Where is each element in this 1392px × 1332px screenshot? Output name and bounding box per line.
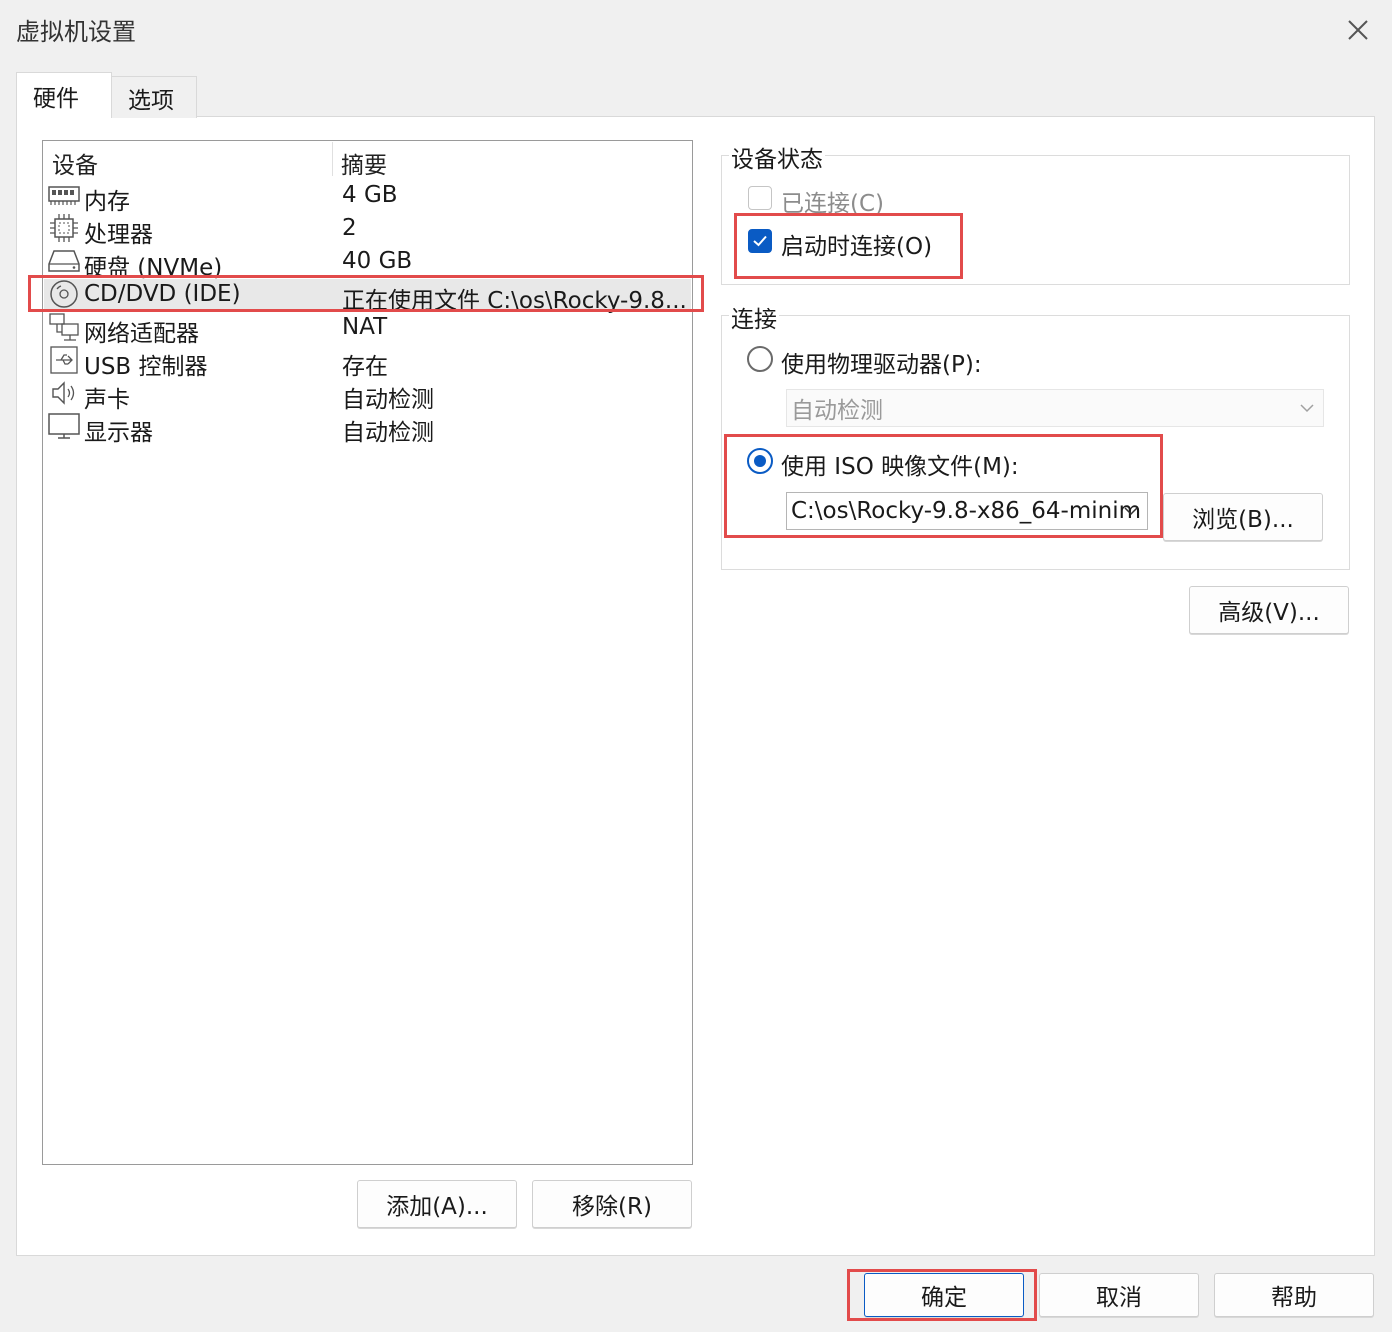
check-icon [753, 235, 767, 247]
remove-hardware-button[interactable]: 移除(R) [532, 1180, 692, 1228]
device-summary: NAT [342, 314, 388, 340]
connect-at-power-on-checkbox[interactable] [748, 229, 772, 253]
column-header-device[interactable]: 设备 [52, 146, 98, 180]
device-summary: 自动检测 [342, 420, 434, 446]
column-separator [332, 142, 333, 176]
advanced-button[interactable]: 高级(V)... [1189, 586, 1349, 634]
chevron-down-icon [1124, 507, 1138, 516]
connected-checkbox[interactable] [748, 186, 772, 210]
add-hardware-button[interactable]: 添加(A)... [357, 1180, 517, 1228]
physical-drive-label: 使用物理驱动器(P): [781, 352, 982, 378]
browse-button[interactable]: 浏览(B)... [1163, 493, 1323, 541]
column-header-summary[interactable]: 摘要 [341, 146, 387, 180]
iso-path-combo[interactable]: C:\os\Rocky-9.8-x86_64-minim [786, 492, 1148, 530]
close-button[interactable] [1336, 8, 1380, 52]
device-name: 处理器 [84, 222, 153, 248]
device-name: USB 控制器 [84, 354, 208, 380]
connection-title: 连接 [729, 300, 779, 334]
device-name: 显示器 [84, 420, 153, 446]
connect-at-power-on-label: 启动时连接(O) [781, 234, 933, 260]
hard-disk-icon [48, 246, 80, 276]
physical-drive-value: 自动检测 [791, 398, 883, 424]
physical-drive-select[interactable]: 自动检测 [786, 389, 1324, 427]
tab-options[interactable]: 选项 [111, 76, 197, 118]
device-status-group [721, 155, 1350, 285]
close-icon [1348, 20, 1368, 40]
iso-image-label: 使用 ISO 映像文件(M): [781, 454, 1019, 480]
device-status-title: 设备状态 [729, 140, 825, 174]
chevron-down-icon [1300, 404, 1314, 413]
memory-icon [48, 180, 80, 210]
processor-icon [48, 213, 80, 243]
ok-button[interactable]: 确定 [864, 1273, 1024, 1317]
iso-path-value: C:\os\Rocky-9.8-x86_64-minim [791, 498, 1142, 524]
device-summary: 40 GB [342, 248, 413, 274]
device-name: CD/DVD (IDE) [84, 281, 241, 307]
connected-label: 已连接(C) [781, 191, 885, 217]
speaker-icon [48, 378, 80, 408]
device-summary: 自动检测 [342, 387, 434, 413]
device-summary: 正在使用文件 C:\os\Rocky-9.8... [342, 288, 687, 314]
device-name: 声卡 [84, 387, 130, 413]
tab-hardware[interactable]: 硬件 [16, 72, 112, 118]
iso-image-radio[interactable] [747, 448, 773, 474]
device-summary: 存在 [342, 354, 388, 380]
cd-dvd-icon [48, 279, 80, 309]
title-bar [0, 0, 1392, 60]
device-summary: 2 [342, 215, 357, 241]
help-button[interactable]: 帮助 [1214, 1273, 1374, 1317]
window-title: 虚拟机设置 [16, 18, 136, 46]
device-name: 硬盘 (NVMe) [84, 255, 223, 281]
device-summary: 4 GB [342, 182, 398, 208]
physical-drive-radio[interactable] [747, 346, 773, 372]
cancel-button[interactable]: 取消 [1039, 1273, 1199, 1317]
device-name: 内存 [84, 189, 130, 215]
network-adapter-icon [48, 312, 80, 342]
usb-icon [48, 345, 80, 375]
monitor-icon [48, 411, 80, 441]
device-name: 网络适配器 [84, 321, 199, 347]
